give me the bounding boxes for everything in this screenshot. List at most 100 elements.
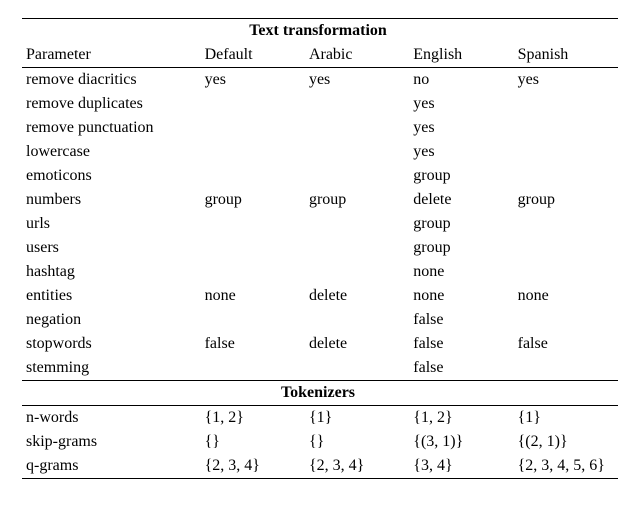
default-cell: false	[201, 332, 305, 356]
param-cell: n-words	[22, 406, 201, 431]
spanish-cell	[514, 356, 618, 381]
column-header: Parameter	[22, 43, 201, 68]
arabic-cell	[305, 164, 409, 188]
english-cell: group	[409, 164, 513, 188]
default-cell	[201, 212, 305, 236]
table-row: remove punctuation yes	[22, 116, 618, 140]
param-cell: lowercase	[22, 140, 201, 164]
arabic-cell	[305, 116, 409, 140]
spanish-cell: none	[514, 284, 618, 308]
english-cell: no	[409, 68, 513, 93]
table-row: q-grams{2, 3, 4}{2, 3, 4}{3, 4}{2, 3, 4,…	[22, 454, 618, 479]
section-text-transformation: Text transformation	[22, 19, 618, 44]
arabic-cell	[305, 308, 409, 332]
default-cell: group	[201, 188, 305, 212]
spanish-cell: group	[514, 188, 618, 212]
table-row: users group	[22, 236, 618, 260]
arabic-cell	[305, 212, 409, 236]
arabic-cell: {}	[305, 430, 409, 454]
default-cell	[201, 92, 305, 116]
table-row: lowercase yes	[22, 140, 618, 164]
english-cell: yes	[409, 92, 513, 116]
column-header: English	[409, 43, 513, 68]
default-cell	[201, 308, 305, 332]
arabic-cell	[305, 236, 409, 260]
table-row: urls group	[22, 212, 618, 236]
table-row: emoticons group	[22, 164, 618, 188]
arabic-cell: {2, 3, 4}	[305, 454, 409, 479]
table-row: numbersgroupgroupdeletegroup	[22, 188, 618, 212]
table-row: stemming false	[22, 356, 618, 381]
param-cell: entities	[22, 284, 201, 308]
column-header: Default	[201, 43, 305, 68]
default-cell	[201, 116, 305, 140]
arabic-cell: delete	[305, 284, 409, 308]
table-row: remove duplicatesyes	[22, 92, 618, 116]
param-cell: users	[22, 236, 201, 260]
english-cell: false	[409, 332, 513, 356]
spanish-cell: yes	[514, 68, 618, 93]
parameters-table: Text transformationParameterDefaultArabi…	[22, 18, 618, 479]
english-cell: yes	[409, 140, 513, 164]
param-cell: q-grams	[22, 454, 201, 479]
english-cell: {3, 4}	[409, 454, 513, 479]
english-cell: none	[409, 260, 513, 284]
table-row: hashtagnone	[22, 260, 618, 284]
arabic-cell	[305, 92, 409, 116]
spanish-cell: false	[514, 332, 618, 356]
default-cell: none	[201, 284, 305, 308]
english-cell: group	[409, 236, 513, 260]
section-tokenizers: Tokenizers	[22, 381, 618, 406]
default-cell	[201, 140, 305, 164]
param-cell: remove punctuation	[22, 116, 201, 140]
spanish-cell	[514, 92, 618, 116]
default-cell	[201, 236, 305, 260]
english-cell: none	[409, 284, 513, 308]
table-row: skip-grams{}{}{(3, 1)}{(2, 1)}	[22, 430, 618, 454]
arabic-cell	[305, 140, 409, 164]
table-row: negation false	[22, 308, 618, 332]
default-cell	[201, 356, 305, 381]
spanish-cell: {1}	[514, 406, 618, 431]
table-row: entitiesnonedeletenonenone	[22, 284, 618, 308]
spanish-cell	[514, 212, 618, 236]
english-cell: group	[409, 212, 513, 236]
spanish-cell: {(2, 1)}	[514, 430, 618, 454]
arabic-cell: group	[305, 188, 409, 212]
arabic-cell	[305, 356, 409, 381]
arabic-cell: {1}	[305, 406, 409, 431]
param-cell: skip-grams	[22, 430, 201, 454]
arabic-cell	[305, 260, 409, 284]
default-cell: yes	[201, 68, 305, 93]
default-cell: {2, 3, 4}	[201, 454, 305, 479]
english-cell: {1, 2}	[409, 406, 513, 431]
default-cell	[201, 164, 305, 188]
table-row: stopwordsfalsedeletefalsefalse	[22, 332, 618, 356]
spanish-cell	[514, 140, 618, 164]
param-cell: numbers	[22, 188, 201, 212]
english-cell: false	[409, 308, 513, 332]
english-cell: yes	[409, 116, 513, 140]
param-cell: negation	[22, 308, 201, 332]
spanish-cell	[514, 236, 618, 260]
default-cell: {1, 2}	[201, 406, 305, 431]
spanish-cell: {2, 3, 4, 5, 6}	[514, 454, 618, 479]
param-cell: stopwords	[22, 332, 201, 356]
spanish-cell	[514, 308, 618, 332]
default-cell	[201, 260, 305, 284]
param-cell: stemming	[22, 356, 201, 381]
param-cell: emoticons	[22, 164, 201, 188]
arabic-cell: yes	[305, 68, 409, 93]
table-row: remove diacriticsyesyesnoyes	[22, 68, 618, 93]
table-row: n-words{1, 2}{1}{1, 2}{1}	[22, 406, 618, 431]
spanish-cell	[514, 116, 618, 140]
column-header: Arabic	[305, 43, 409, 68]
english-cell: delete	[409, 188, 513, 212]
english-cell: false	[409, 356, 513, 381]
arabic-cell: delete	[305, 332, 409, 356]
param-cell: urls	[22, 212, 201, 236]
spanish-cell	[514, 164, 618, 188]
english-cell: {(3, 1)}	[409, 430, 513, 454]
column-header: Spanish	[514, 43, 618, 68]
default-cell: {}	[201, 430, 305, 454]
